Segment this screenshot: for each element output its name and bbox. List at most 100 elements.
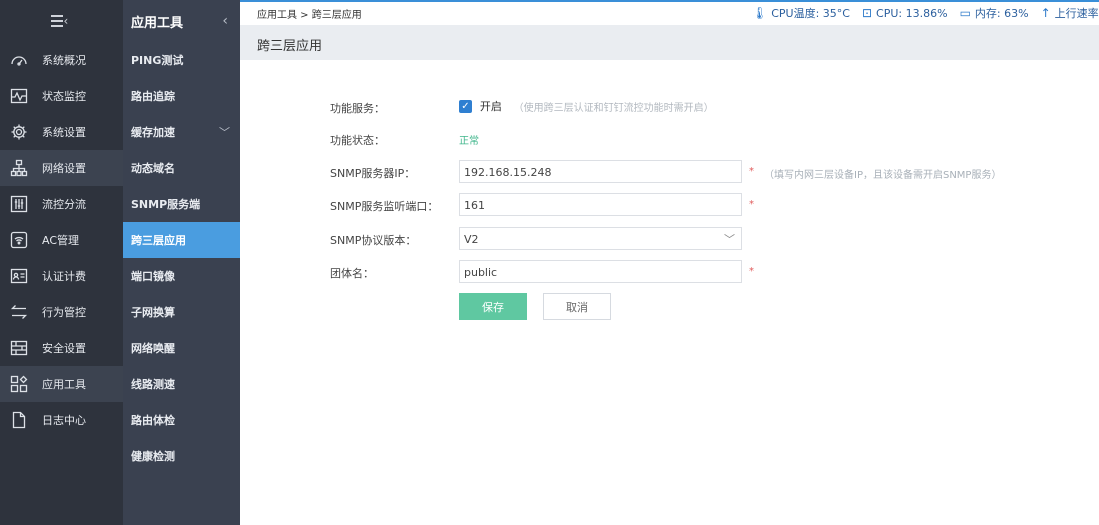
top-bar: 应用工具 > 跨三层应用 🌡 CPU温度: 35°C ⊡ CPU: 13.86% ▭… [240,0,1099,25]
sidebar-item-label: 流控分流 [42,198,86,211]
community-label: 团体名： [330,267,374,280]
arrow-up-icon: ↑ [1040,6,1051,20]
heartbeat-monitor-icon [9,86,29,106]
network-tree-icon [9,158,29,178]
main-sidebar: ‹ 系统概况 状态监控 系统设置 网络设置 流控分流 AC管理 认证计费 行为管… [0,0,123,525]
subnav-item-speed-test[interactable]: 线路测速 [123,366,240,402]
sidebar-item-label: 应用工具 [42,378,86,391]
main-nav: 系统概况 状态监控 系统设置 网络设置 流控分流 AC管理 认证计费 行为管控 [0,42,123,438]
menu-collapse-icon[interactable]: ‹ [50,13,73,29]
sidebar-toggle[interactable]: ‹ [0,0,123,42]
sidebar-item-monitor[interactable]: 状态监控 [0,78,123,114]
cpu-temp-value: CPU温度: 35°C [771,7,850,20]
firewall-icon [9,338,29,358]
subnav-item-cache[interactable]: 缓存加速 ﹀ [123,114,240,150]
required-mark: * [749,266,754,277]
snmp-version-label: SNMP协议版本： [330,234,417,247]
subnav-item-traceroute[interactable]: 路由追踪 [123,78,240,114]
service-toggle[interactable]: ✓ 开启 （使用跨三层认证和钉钉流控功能时需开启） [459,98,714,114]
snmp-port-label: SNMP服务监听端口： [330,200,439,213]
sidebar-item-label: 安全设置 [42,342,86,355]
subnav-item-label: 跨三层应用 [131,234,186,247]
sidebar-item-ac-management[interactable]: AC管理 [0,222,123,258]
sub-sidebar: 应用工具 ‹ PING测试 路由追踪 缓存加速 ﹀ 动态域名 SNMP服务端 跨三… [123,0,240,525]
subnav-item-label: 端口镜像 [131,270,175,283]
sidebar-item-behavior-control[interactable]: 行为管控 [0,294,123,330]
wifi-box-icon [9,230,29,250]
subnav-item-snmp-server[interactable]: SNMP服务端 [123,186,240,222]
sidebar-item-label: AC管理 [42,234,80,247]
chevron-left-icon[interactable]: ‹ [222,13,228,29]
memory-icon: ▭ [959,6,971,20]
subnav-item-label: 动态域名 [131,162,175,175]
sidebar-item-security[interactable]: 安全设置 [0,330,123,366]
snmp-port-input[interactable]: 161 [459,193,742,216]
chevron-down-icon: ﹀ [724,233,735,246]
page-header: 跨三层应用 [240,25,1099,60]
community-input[interactable]: public [459,260,742,283]
subnav-item-cross-l3[interactable]: 跨三层应用 [123,222,240,258]
chevron-down-icon[interactable]: ﹀ [219,124,230,140]
cpu-temp-stat: 🌡 CPU温度: 35°C [752,5,850,21]
sidebar-item-label: 系统概况 [42,54,86,67]
cpu-chip-icon: ⊡ [861,6,873,20]
sidebar-item-system-settings[interactable]: 系统设置 [0,114,123,150]
cpu-stat: ⊡ CPU: 13.86% [862,6,948,20]
gear-icon [9,122,29,142]
subnav-item-ping[interactable]: PING测试 [123,42,240,78]
sidebar-item-overview[interactable]: 系统概况 [0,42,123,78]
subnav-item-label: PING测试 [131,54,184,67]
subnav-item-label: 网络唤醒 [131,342,175,355]
service-hint: （使用跨三层认证和钉钉流控功能时需开启） [513,102,714,114]
subnav-item-label: 线路测速 [131,378,175,391]
thermometer-icon: 🌡 [752,6,768,20]
snmp-ip-label: SNMP服务器IP： [330,167,416,180]
equalizer-icon [9,194,29,214]
sidebar-item-network-settings[interactable]: 网络设置 [0,150,123,186]
swap-arrows-icon [9,302,29,322]
sidebar-item-label: 状态监控 [42,90,86,103]
subnav-item-label: 健康检测 [131,450,175,463]
subnav-item-wake-on-lan[interactable]: 网络唤醒 [123,330,240,366]
subnav-item-label: 子网换算 [131,306,175,319]
snmp-ip-input[interactable]: 192.168.15.248 [459,160,742,183]
sidebar-item-label: 网络设置 [42,162,86,175]
speedometer-icon [9,50,29,70]
snmp-version-select[interactable]: V2 ﹀ [459,227,742,250]
required-mark: * [749,199,754,210]
save-button[interactable]: 保存 [459,293,527,320]
memory-value: 内存: 63% [974,7,1029,20]
cpu-value: CPU: 13.86% [876,6,948,20]
sub-nav: PING测试 路由追踪 缓存加速 ﹀ 动态域名 SNMP服务端 跨三层应用 端口镜… [123,42,240,474]
cancel-button[interactable]: 取消 [543,293,611,320]
status-value: 正常 [459,136,479,147]
required-mark: * [749,166,754,177]
subnav-item-port-mirror[interactable]: 端口镜像 [123,258,240,294]
checkbox-checked-icon[interactable]: ✓ [459,99,472,113]
settings-form: 功能服务： ✓ 开启 （使用跨三层认证和钉钉流控功能时需开启） 功能状态： 正常… [240,60,1099,525]
sidebar-item-log-center[interactable]: 日志中心 [0,402,123,438]
subnav-item-router-check[interactable]: 路由体检 [123,402,240,438]
subnav-item-health-check[interactable]: 健康检测 [123,438,240,474]
service-checkbox-label: 开启 [479,100,502,113]
subnav-item-subnet-calc[interactable]: 子网换算 [123,294,240,330]
sub-sidebar-header: 应用工具 ‹ [123,0,240,42]
service-label: 功能服务： [330,102,385,115]
sidebar-item-flow-control[interactable]: 流控分流 [0,186,123,222]
upload-stat: ↑上行速率: 264.5 [1041,5,1099,21]
sidebar-item-label: 行为管控 [42,306,86,319]
snmp-ip-hint: （填写内网三层设备IP，且该设备需开启SNMP服务） [764,170,1002,181]
id-card-icon [9,266,29,286]
sub-sidebar-title: 应用工具 [131,15,184,31]
subnav-item-ddns[interactable]: 动态域名 [123,150,240,186]
subnav-item-label: 缓存加速 [131,126,175,139]
sidebar-item-auth-billing[interactable]: 认证计费 [0,258,123,294]
sidebar-item-label: 认证计费 [42,270,86,283]
sidebar-item-app-tools[interactable]: 应用工具 [0,366,123,402]
subnav-item-label: 路由体检 [131,414,175,427]
page-title: 跨三层应用 [257,39,323,54]
breadcrumb: 应用工具 > 跨三层应用 [257,10,362,21]
sidebar-item-label: 系统设置 [42,126,86,139]
system-stats: 🌡 CPU温度: 35°C ⊡ CPU: 13.86% ▭ 内存: 63% ↑ 上行速率… [752,5,1099,21]
memory-stat: ▭ 内存: 63% [960,5,1029,21]
